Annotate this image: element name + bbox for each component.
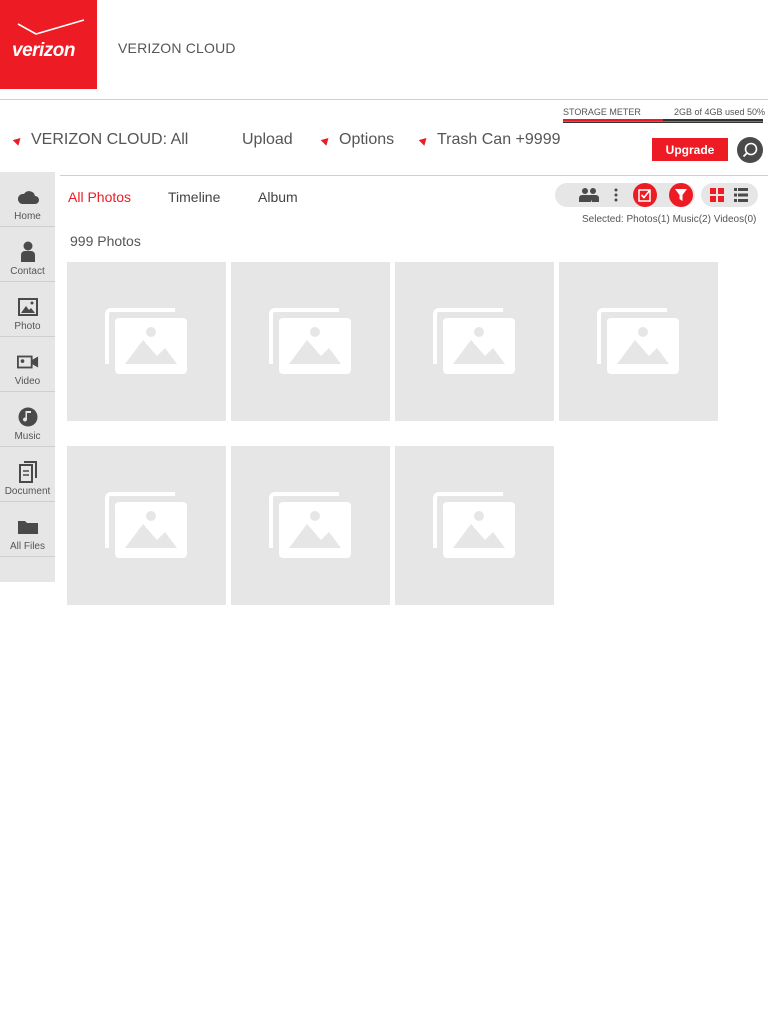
storage-meter-track <box>563 121 763 122</box>
storage-meter-bar <box>563 119 763 123</box>
sidebar-item-music[interactable]: Music <box>0 392 55 447</box>
music-icon <box>17 406 39 428</box>
person-icon <box>17 241 39 263</box>
upload-label: Upload <box>242 131 293 148</box>
cloud-icon <box>17 186 39 208</box>
more-options-icon[interactable] <box>611 186 621 204</box>
dropdown-triangle-icon <box>418 134 430 146</box>
upgrade-button[interactable]: Upgrade <box>652 138 728 161</box>
image-placeholder-icon <box>596 307 679 374</box>
photo-tile[interactable] <box>559 262 718 421</box>
grid-view-icon[interactable] <box>710 188 724 202</box>
photo-icon <box>17 296 39 318</box>
search-icon <box>742 142 758 158</box>
sidebar-item-label: Photo <box>14 321 41 332</box>
image-placeholder-icon <box>432 307 515 374</box>
photo-tile[interactable] <box>231 446 390 605</box>
share-people-icon[interactable] <box>578 186 600 204</box>
trash-can-label: Trash Can +9999 <box>437 131 561 148</box>
image-placeholder-icon <box>104 307 187 374</box>
photo-count: 999 Photos <box>70 233 141 249</box>
trash-can-menu[interactable]: Trash Can +9999 <box>418 131 561 149</box>
verizon-logo[interactable]: verizon <box>0 0 97 89</box>
header-divider <box>0 99 768 100</box>
tab-timeline[interactable]: Timeline <box>168 189 220 205</box>
sidebar-item-label: Contact <box>10 266 45 277</box>
filter-button[interactable] <box>669 183 693 207</box>
search-button[interactable] <box>737 137 763 163</box>
cloud-filter-menu[interactable]: VERIZON CLOUD: All <box>12 131 189 149</box>
video-icon <box>16 351 39 373</box>
sidebar-item-label: Music <box>14 431 41 442</box>
logo-text: verizon <box>12 40 76 61</box>
options-label: Options <box>339 131 395 148</box>
dropdown-triangle-icon <box>320 134 332 146</box>
storage-meter-label: STORAGE METER <box>563 107 641 117</box>
app-title: VERIZON CLOUD <box>118 40 236 56</box>
sidebar-item-all-files[interactable]: All Files <box>0 502 55 557</box>
checkbox-icon <box>638 189 651 202</box>
sidebar: Home Contact Photo Video Music Document <box>0 172 55 582</box>
list-view-icon[interactable] <box>734 188 748 202</box>
photo-tile[interactable] <box>67 446 226 605</box>
folder-icon <box>17 516 39 538</box>
sidebar-item-contact[interactable]: Contact <box>0 227 55 282</box>
filter-icon <box>675 189 687 201</box>
sidebar-item-label: Video <box>14 376 41 387</box>
photo-tile[interactable] <box>67 262 226 421</box>
upload-link[interactable]: Upload <box>242 131 293 149</box>
image-placeholder-icon <box>432 491 515 558</box>
image-placeholder-icon <box>268 491 351 558</box>
select-checkbox-button[interactable] <box>633 183 657 207</box>
image-placeholder-icon <box>268 307 351 374</box>
dropdown-triangle-icon <box>12 134 24 146</box>
tab-all-photos[interactable]: All Photos <box>68 189 131 205</box>
image-placeholder-icon <box>104 491 187 558</box>
storage-meter-info: 2GB of 4GB used 50% <box>674 107 766 117</box>
tab-album[interactable]: Album <box>258 189 298 205</box>
sidebar-item-label: All Files <box>9 541 45 552</box>
document-icon <box>17 461 39 483</box>
photo-tile[interactable] <box>231 262 390 421</box>
photo-tile[interactable] <box>395 446 554 605</box>
sidebar-item-document[interactable]: Document <box>0 447 55 502</box>
sidebar-item-photo[interactable]: Photo <box>0 282 55 337</box>
menu-divider <box>60 175 768 176</box>
selected-summary: Selected: Photos(1) Music(2) Videos(0) <box>582 214 757 225</box>
sidebar-item-label: Home <box>14 211 41 222</box>
cloud-filter-label: VERIZON CLOUD: All <box>31 131 189 148</box>
sidebar-item-home[interactable]: Home <box>0 172 55 227</box>
photo-tile[interactable] <box>395 262 554 421</box>
sidebar-item-label: Document <box>4 486 51 497</box>
sidebar-item-video[interactable]: Video <box>0 337 55 392</box>
options-menu[interactable]: Options <box>320 131 395 149</box>
